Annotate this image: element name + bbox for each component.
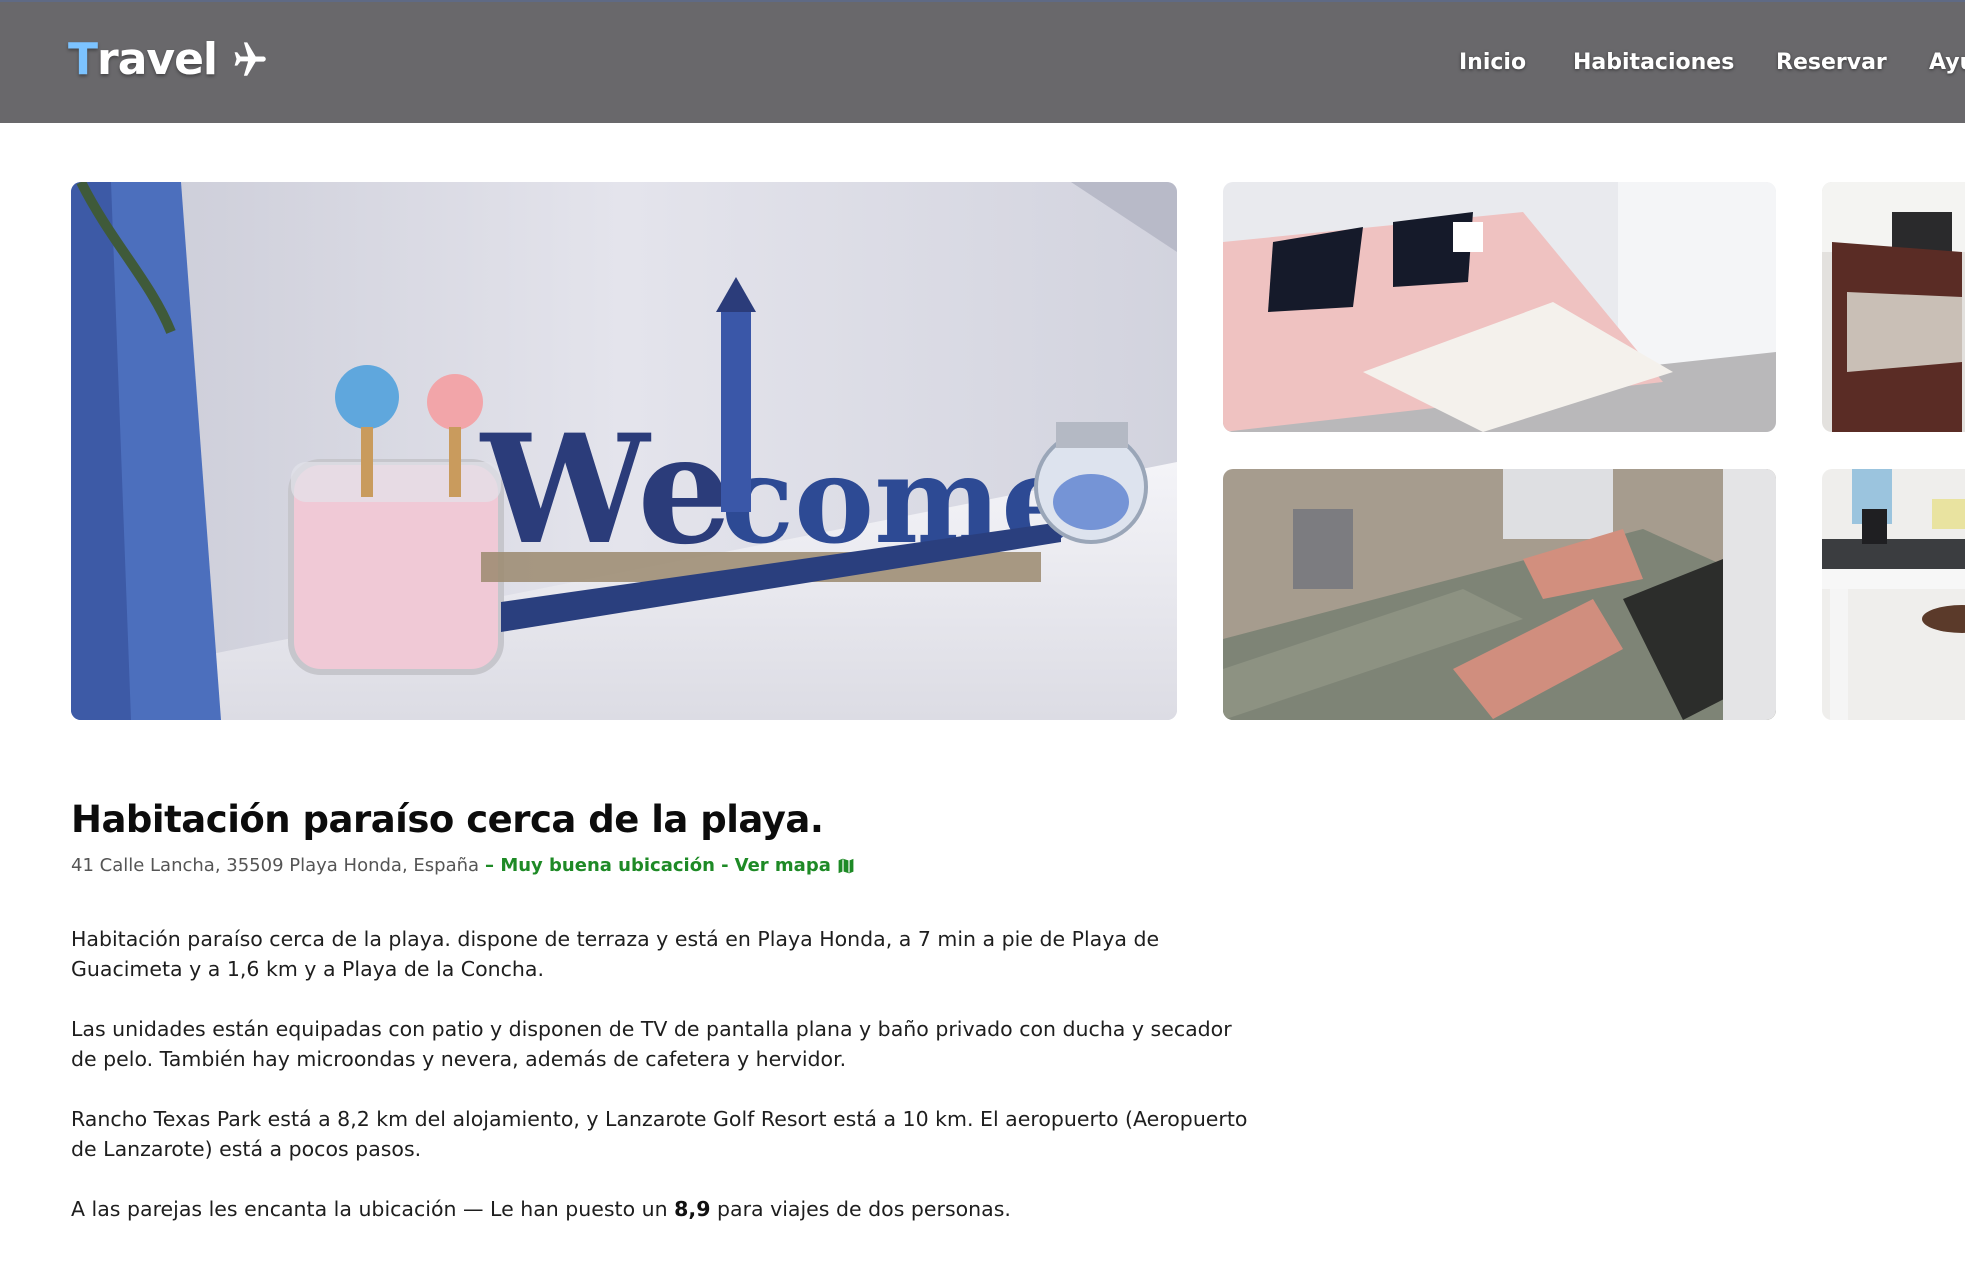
location-rating: – Muy buena ubicación -: [485, 855, 729, 876]
main-nav: Inicio Habitaciones Reservar Ayu: [0, 50, 1965, 80]
description-paragraph: Las unidades están equipadas con patio y…: [71, 1017, 1232, 1071]
map-icon[interactable]: [837, 856, 855, 875]
desk-photo[interactable]: [1822, 469, 1965, 720]
top-navbar: Travel Inicio Habitaciones Reservar Ayu: [0, 0, 1965, 123]
description-paragraph: Habitación paraíso cerca de la playa. di…: [71, 927, 1160, 981]
nav-reservar[interactable]: Reservar: [1776, 50, 1887, 75]
grey-bed-image: [1223, 469, 1776, 720]
couples-rating-paragraph: A las parejas les encanta la ubicación —…: [71, 1194, 1251, 1224]
listing-title: Habitación paraíso cerca de la playa.: [71, 798, 824, 841]
couples-text: A las parejas les encanta la ubicación —…: [71, 1197, 675, 1221]
couples-text-end: para viajes de dos personas.: [710, 1197, 1011, 1221]
welcome-sign-image: We come: [71, 182, 1177, 720]
terrace-chairs-image: [1822, 182, 1965, 432]
couples-score: 8,9: [674, 1197, 711, 1221]
svg-text:We: We: [479, 402, 733, 578]
pink-bed-image: [1223, 182, 1776, 432]
description-paragraph: Rancho Texas Park está a 8,2 km del aloj…: [71, 1107, 1248, 1161]
welcome-sign-photo[interactable]: We come: [71, 182, 1177, 720]
nav-habitaciones[interactable]: Habitaciones: [1573, 50, 1734, 75]
listing-address: 41 Calle Lancha, 35509 Playa Honda, Espa…: [71, 855, 480, 876]
grey-bed-photo[interactable]: [1223, 469, 1776, 720]
terrace-chairs-photo[interactable]: [1822, 182, 1965, 432]
view-map-link[interactable]: Ver mapa: [735, 855, 831, 876]
nav-inicio[interactable]: Inicio: [1459, 50, 1526, 75]
address-line: 41 Calle Lancha, 35509 Playa Honda, Espa…: [71, 855, 855, 876]
desk-image: [1822, 469, 1965, 720]
pink-bed-photo[interactable]: [1223, 182, 1776, 432]
nav-ayuda[interactable]: Ayu: [1929, 50, 1965, 75]
